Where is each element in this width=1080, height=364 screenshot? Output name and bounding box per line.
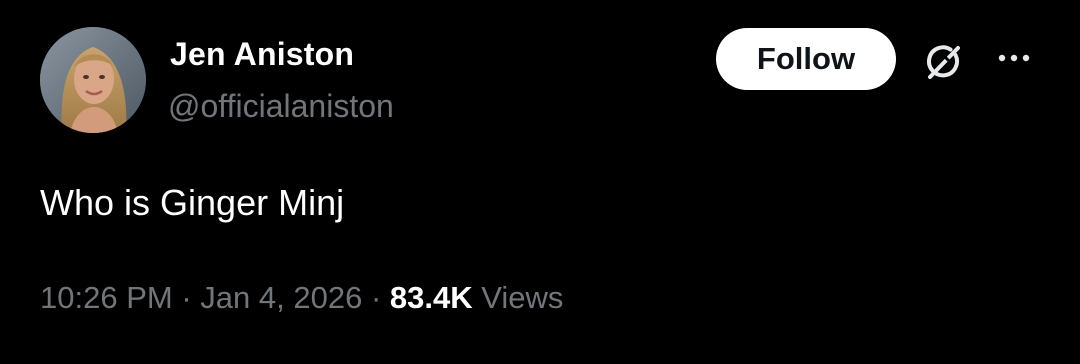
author-display-name[interactable]: Jen Aniston [170,36,354,73]
meta-separator: · [370,280,382,315]
avatar[interactable] [40,27,146,133]
meta-separator: · [181,280,192,315]
tweet-date[interactable]: Jan 4, 2026 [200,280,362,315]
follow-button[interactable]: Follow [716,28,896,90]
tweet-time[interactable]: 10:26 PM [40,280,173,315]
more-options-icon[interactable] [994,48,1034,68]
views-count[interactable]: 83.4K [390,280,473,315]
profile-photo-icon [40,27,146,133]
tweet-meta: 10:26 PM · Jan 4, 2026 · 83.4K Views [40,280,563,316]
grok-icon[interactable] [920,40,966,86]
author-handle[interactable]: @officialaniston [168,88,394,125]
views-label: Views [481,280,564,315]
tweet-card: Jen Aniston @officialaniston Follow Who … [0,0,1080,364]
tweet-text: Who is Ginger Minj [40,182,345,223]
